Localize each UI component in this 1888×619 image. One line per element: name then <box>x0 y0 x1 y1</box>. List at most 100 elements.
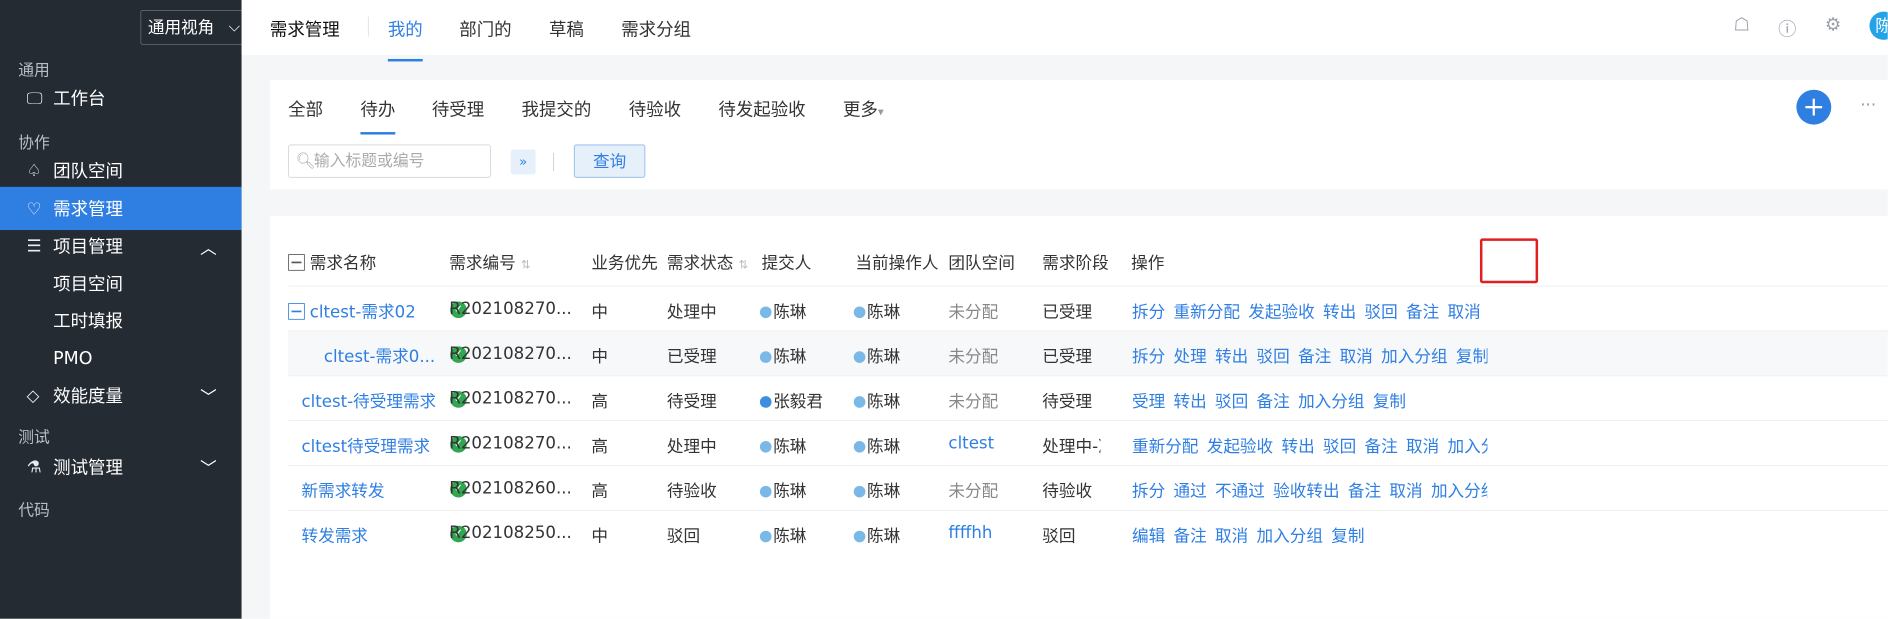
row-team: 未分配 <box>948 480 999 501</box>
row-checkbox[interactable] <box>288 303 305 320</box>
row-name-link[interactable]: cltest-需求0... <box>324 346 435 366</box>
row-name[interactable]: cltest-需求02 <box>288 298 416 322</box>
row-name[interactable]: cltest待受理需求 <box>301 433 430 457</box>
tab-mine[interactable]: 我的 <box>387 17 423 62</box>
op-link[interactable]: 发起验收 <box>1248 301 1314 321</box>
op-link[interactable]: 驳回 <box>1257 346 1290 366</box>
row-name[interactable]: cltest-待受理需求 <box>301 388 436 412</box>
row-name[interactable]: cltest-需求0... <box>324 343 435 367</box>
sidebar-item-workbench[interactable]: 🖵 工作台 <box>0 76 242 119</box>
subtab-submitted[interactable]: 我提交的 <box>522 96 592 121</box>
row-name[interactable]: 转发需求 <box>301 522 367 546</box>
chevron-down-icon: ⌵ <box>228 18 241 36</box>
op-link[interactable]: 不通过 <box>1215 481 1265 501</box>
sort-icon[interactable]: ⇅ <box>739 258 749 271</box>
subtab-todo[interactable]: 待办 <box>360 96 396 135</box>
table-row[interactable]: cltest-需求02 ✓ R202108270... 中处理中 陈琳 陈琳 未分配 已受理拆… <box>288 285 1888 331</box>
op-link[interactable]: 发起验收 <box>1207 436 1273 456</box>
header-stage[interactable]: 需求阶段 <box>1042 249 1108 273</box>
op-link[interactable]: 转出 <box>1215 346 1248 366</box>
table-row[interactable]: 转发需求 ✓ R202108250... 中驳回 陈琳 陈琳 ffffhh 驳回 编辑 备注 取消加… <box>288 509 1888 555</box>
select-all-checkbox[interactable] <box>288 254 305 271</box>
op-link[interactable]: 复制 <box>1331 526 1364 546</box>
op-link[interactable]: 重新分配 <box>1132 436 1198 456</box>
op-link[interactable]: 复制 <box>1456 346 1488 366</box>
header-priority[interactable]: 业务优先 <box>591 249 657 273</box>
sidebar-item-metrics[interactable]: ◇ 效能度量 ﹀ <box>0 374 242 417</box>
row-name[interactable]: 新需求转发 <box>301 478 384 502</box>
op-link[interactable]: 受理 <box>1132 391 1165 411</box>
avatar[interactable]: 陈 <box>1869 11 1888 40</box>
op-link[interactable]: 编辑 <box>1132 526 1165 546</box>
op-link[interactable]: 重新分配 <box>1173 301 1239 321</box>
row-name-link[interactable]: 转发需求 <box>301 526 367 546</box>
row-name-link[interactable]: 新需求转发 <box>301 481 384 501</box>
op-link[interactable]: 备注 <box>1257 391 1290 411</box>
row-team: 未分配 <box>948 346 999 367</box>
search-input[interactable]: 🔍︎ 输入标题或编号 <box>288 144 491 178</box>
help-icon[interactable]: ⓘ <box>1778 15 1796 42</box>
op-link[interactable]: 加入分组 <box>1448 436 1488 456</box>
header-status[interactable]: 需求状态 ⇅ <box>667 249 748 273</box>
more-icon[interactable]: ··· <box>1860 95 1876 115</box>
op-link[interactable]: 拆分 <box>1132 481 1165 501</box>
op-link[interactable]: 加入分组 <box>1381 346 1447 366</box>
table-row[interactable]: 新需求转发 ✓ R202108260... 高待验收 陈琳 陈琳 未分配 待验收 拆分 通过 不通过… <box>288 465 1888 510</box>
sort-icon[interactable]: ⇅ <box>521 258 531 271</box>
subtab-pending-check[interactable]: 待验收 <box>629 96 681 121</box>
subtab-pending-accept[interactable]: 待受理 <box>432 96 484 121</box>
op-link[interactable]: 通过 <box>1173 481 1206 501</box>
row-name-link[interactable]: cltest待受理需求 <box>301 436 430 456</box>
op-link[interactable]: 转出 <box>1281 436 1314 456</box>
op-link[interactable]: 处理 <box>1173 346 1206 366</box>
header-submitter[interactable]: 提交人 <box>762 249 812 273</box>
expand-filter-icon[interactable]: » <box>510 149 536 175</box>
row-name-link[interactable]: cltest-需求02 <box>310 301 416 321</box>
op-link[interactable]: 取消 <box>1215 526 1248 546</box>
op-link[interactable]: 取消 <box>1406 436 1439 456</box>
header-name[interactable]: 需求名称 <box>288 249 376 273</box>
subtab-more[interactable]: 更多▾ <box>843 96 884 121</box>
op-link[interactable]: 驳回 <box>1365 301 1398 321</box>
op-link[interactable]: 取消 <box>1340 346 1373 366</box>
tab-groups[interactable]: 需求分组 <box>621 17 691 42</box>
subtab-all[interactable]: 全部 <box>288 96 323 121</box>
op-link[interactable]: 取消 <box>1448 301 1481 321</box>
query-button[interactable]: 查询 <box>573 144 646 178</box>
op-link[interactable]: 备注 <box>1406 301 1439 321</box>
sidebar-item-test-management[interactable]: ⚗ 测试管理 ﹀ <box>0 445 242 488</box>
table-row[interactable]: cltest待受理需求 ✓ R202108270... 高处理中 陈琳 陈琳 cltest 处… <box>288 420 1888 466</box>
view-select[interactable]: 通用视角 ⌵ <box>140 9 242 45</box>
op-link[interactable]: 驳回 <box>1323 436 1356 456</box>
op-link[interactable]: 加入分组 <box>1257 526 1323 546</box>
table-row[interactable]: cltest-待受理需求 ✓ R202108270... 高待受理 张毅君 陈琳 未分配 待受… <box>288 375 1888 421</box>
op-link[interactable]: 备注 <box>1348 481 1381 501</box>
notification-icon[interactable]: ☖ <box>1733 15 1749 36</box>
header-team[interactable]: 团队空间 <box>948 249 1014 273</box>
row-team[interactable]: ffffhh <box>948 522 992 542</box>
op-link[interactable]: 备注 <box>1298 346 1331 366</box>
op-link[interactable]: 备注 <box>1365 436 1398 456</box>
op-link[interactable]: 取消 <box>1389 481 1422 501</box>
op-link[interactable]: 转出 <box>1323 301 1356 321</box>
row-name-link[interactable]: cltest-待受理需求 <box>301 391 436 411</box>
op-link[interactable]: 转出 <box>1173 391 1206 411</box>
header-id[interactable]: 需求编号 ⇅ <box>449 249 530 273</box>
header-operator[interactable]: 当前操作人 <box>855 249 938 273</box>
op-link[interactable]: 复制 <box>1373 391 1406 411</box>
table-row[interactable]: cltest-需求0... ✓ R202108270... 中已受理 陈琳 陈琳 未分配 已受… <box>288 330 1888 376</box>
gear-icon[interactable]: ⚙ <box>1825 15 1841 36</box>
op-link[interactable]: 验收转出 <box>1273 481 1339 501</box>
row-team[interactable]: cltest <box>948 433 994 453</box>
op-link[interactable]: 拆分 <box>1132 346 1165 366</box>
subtab-pending-initiate[interactable]: 待发起验收 <box>718 96 805 121</box>
tab-drafts[interactable]: 草稿 <box>549 17 584 42</box>
op-link[interactable]: 驳回 <box>1215 391 1248 411</box>
op-link[interactable]: 拆分 <box>1132 301 1165 321</box>
add-button[interactable]: + <box>1796 89 1832 125</box>
tab-department[interactable]: 部门的 <box>459 17 511 42</box>
op-link[interactable]: 备注 <box>1173 526 1206 546</box>
op-link[interactable]: 加入分组 <box>1431 481 1487 501</box>
op-link[interactable]: 加入分组 <box>1298 391 1364 411</box>
sidebar-item-team-space[interactable]: ♤ 团队空间 <box>0 149 242 192</box>
